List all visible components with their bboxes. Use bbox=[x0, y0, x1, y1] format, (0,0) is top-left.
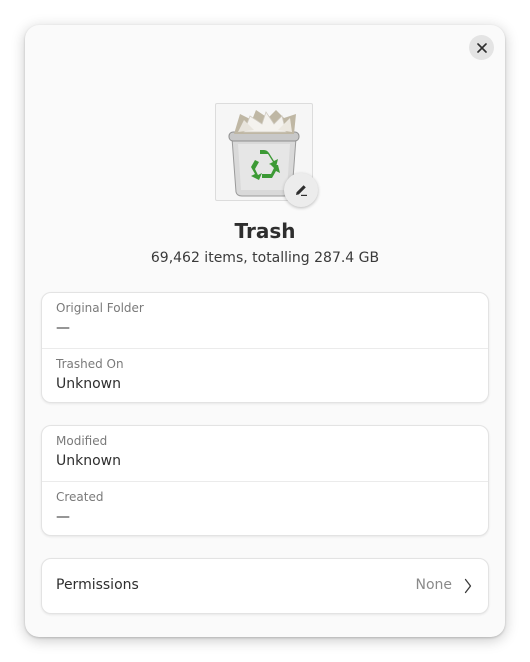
modified-value: Unknown bbox=[56, 453, 121, 469]
item-title: Trash bbox=[234, 219, 296, 243]
dates-group: Modified Unknown Created — bbox=[41, 425, 489, 536]
chevron-right-icon bbox=[464, 578, 472, 594]
original-folder-label: Original Folder bbox=[56, 301, 144, 315]
original-folder-row: Original Folder — bbox=[42, 293, 488, 347]
permissions-label: Permissions bbox=[56, 577, 139, 593]
permissions-value: None bbox=[415, 577, 452, 593]
close-icon bbox=[476, 42, 487, 53]
location-group: Original Folder — Trashed On Unknown bbox=[41, 292, 489, 403]
created-value: — bbox=[56, 509, 70, 525]
screen: Trash 69,462 items, totalling 287.4 GB O… bbox=[0, 0, 530, 662]
trashed-on-value: Unknown bbox=[56, 376, 121, 392]
original-folder-value: — bbox=[56, 320, 70, 336]
trashed-on-label: Trashed On bbox=[56, 357, 124, 371]
created-label: Created bbox=[56, 490, 104, 504]
modified-row: Modified Unknown bbox=[42, 426, 488, 480]
change-icon-button[interactable] bbox=[284, 173, 318, 207]
permissions-row[interactable]: Permissions None bbox=[41, 558, 489, 614]
trashed-on-row: Trashed On Unknown bbox=[42, 348, 488, 403]
item-summary: 69,462 items, totalling 287.4 GB bbox=[150, 250, 380, 266]
created-row: Created — bbox=[42, 481, 488, 536]
modified-label: Modified bbox=[56, 434, 108, 448]
pencil-icon bbox=[296, 185, 307, 196]
close-button[interactable] bbox=[469, 35, 494, 60]
properties-dialog: Trash 69,462 items, totalling 287.4 GB O… bbox=[25, 25, 505, 637]
